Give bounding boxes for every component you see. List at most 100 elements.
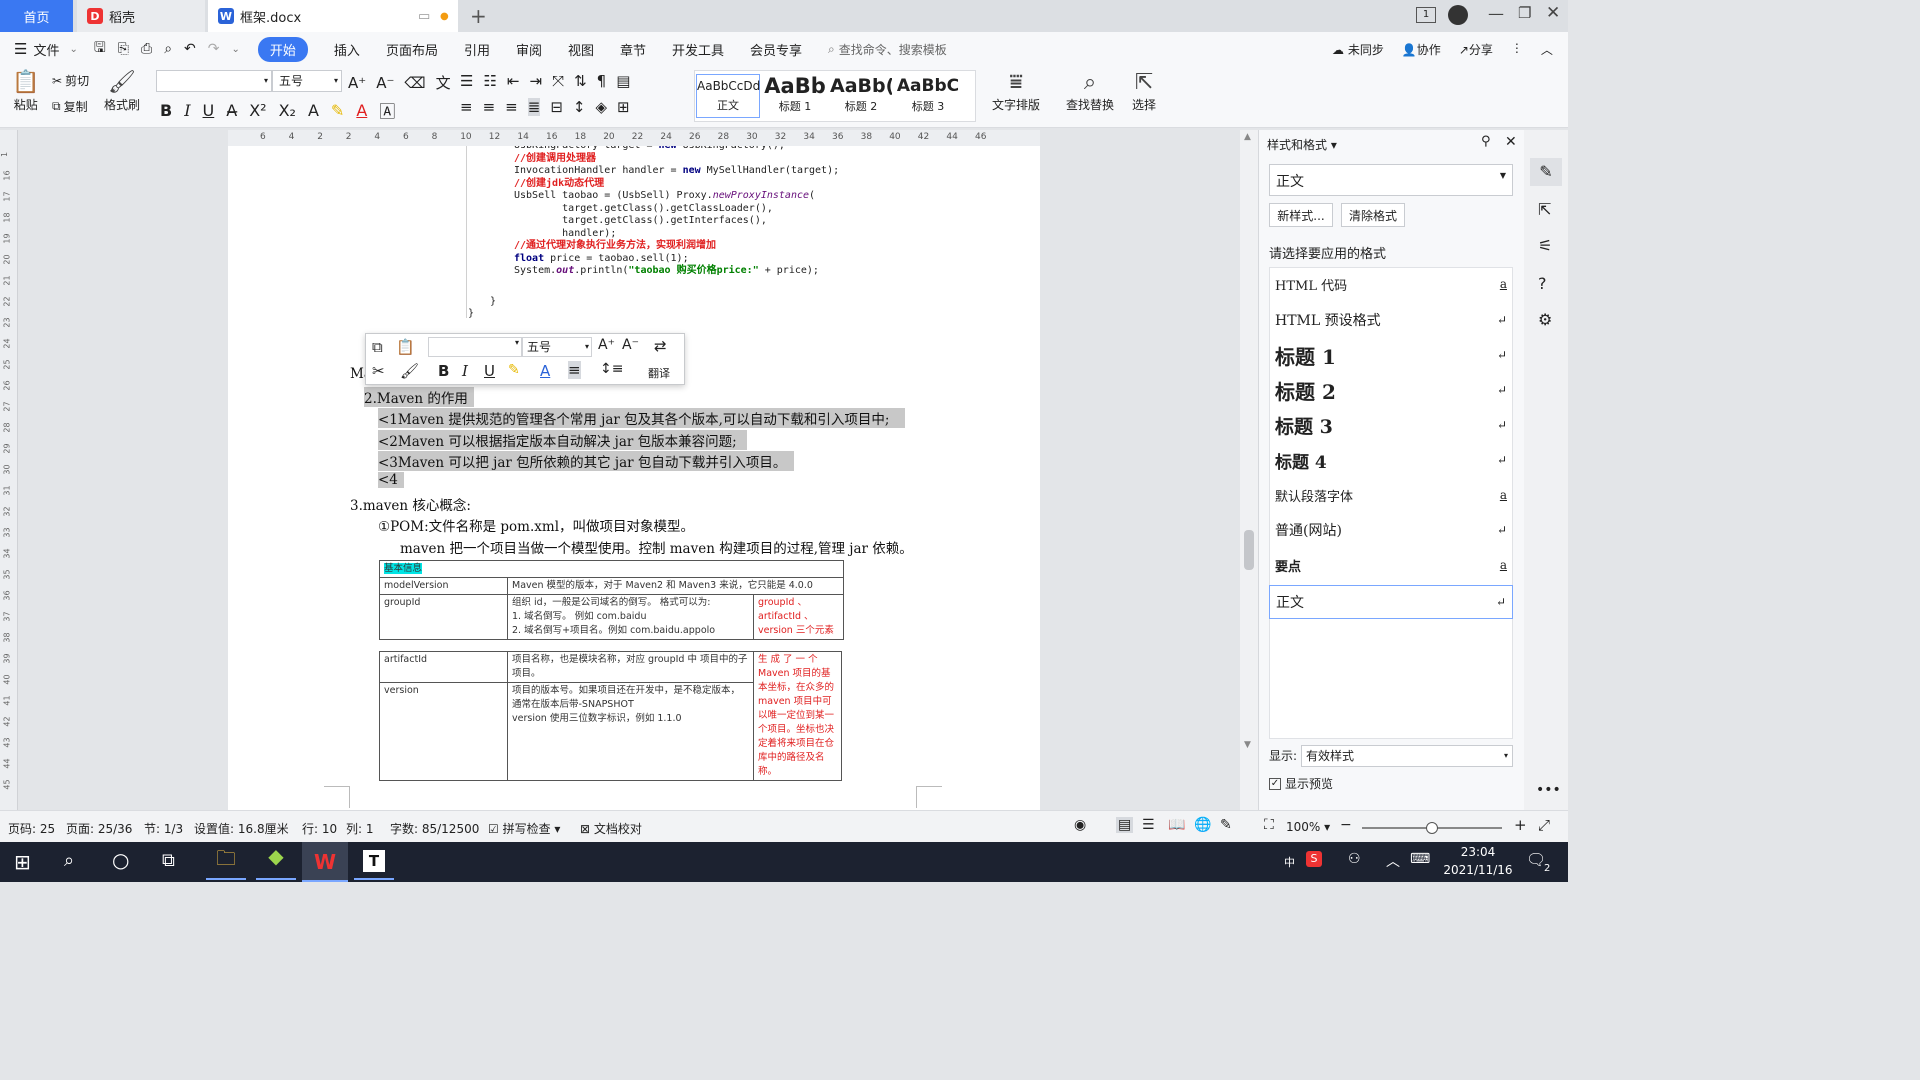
superscript-icon[interactable]: X²: [249, 101, 266, 120]
find-replace-button[interactable]: ⌕ 查找替换: [1066, 70, 1114, 113]
window-count-badge[interactable]: 1: [1416, 7, 1436, 23]
line-spacing-icon[interactable]: ↕: [573, 98, 586, 116]
underline-icon[interactable]: U: [484, 362, 495, 380]
align-icon[interactable]: ≡: [568, 361, 581, 379]
sync-button[interactable]: ☁ 未同步: [1332, 41, 1384, 58]
clock-date[interactable]: 2021/11/16: [1440, 863, 1516, 877]
print-icon[interactable]: ⎙: [141, 41, 152, 57]
ime-indicator[interactable]: 中: [1284, 854, 1295, 870]
collab-button[interactable]: 👤协作: [1402, 41, 1441, 58]
mini-font-name-select[interactable]: ▾: [428, 337, 522, 357]
zoom-slider-handle[interactable]: [1426, 822, 1438, 834]
clear-format-icon[interactable]: ⌫: [404, 74, 425, 92]
page-number[interactable]: 页面: 25/36: [66, 820, 132, 837]
menu-references[interactable]: 引用: [464, 40, 490, 59]
highlight-icon[interactable]: ✎: [331, 101, 344, 120]
menu-start[interactable]: 开始: [257, 36, 308, 62]
styles-pane-title[interactable]: 样式和格式 ▾: [1267, 136, 1337, 153]
font-name-select[interactable]: ▾: [156, 70, 272, 92]
close-pane-icon[interactable]: ✕: [1505, 134, 1517, 150]
people-icon[interactable]: ⚇: [1348, 851, 1361, 867]
text-effect-icon[interactable]: A: [308, 101, 319, 120]
clock-time[interactable]: 23:04: [1448, 845, 1508, 859]
font-color-icon[interactable]: A: [540, 362, 550, 380]
menu-insert[interactable]: 插入: [334, 40, 360, 59]
horizontal-ruler[interactable]: 6 4 2 2 4 6 8 10 12 14 16 18 20 22 24 26 28 30 32 34 36 38 40 4…: [228, 130, 1040, 146]
italic-icon[interactable]: I: [184, 101, 190, 120]
brush-icon[interactable]: 🖌: [400, 362, 419, 380]
monitor-icon[interactable]: ▭: [418, 9, 430, 24]
align-center-icon[interactable]: ≡: [483, 98, 496, 116]
zoom-in-icon[interactable]: +: [1514, 816, 1527, 834]
style-list-item[interactable]: HTML 代码 a: [1269, 267, 1513, 301]
vertical-ruler[interactable]: 1 16 17 18 19 20 21 22 23 24 25 26 27 28 29 30 31 32 33 34 3…: [0, 130, 18, 810]
copy-icon[interactable]: ⧉: [372, 338, 383, 356]
grow-font-icon[interactable]: A⁺: [348, 74, 366, 92]
scrollbar-thumb[interactable]: [1244, 530, 1254, 570]
eye-protect-icon[interactable]: ◉: [1074, 817, 1086, 833]
phonetic-icon[interactable]: 文: [436, 72, 451, 93]
underline-icon[interactable]: U: [203, 101, 215, 120]
windows-start-icon[interactable]: ⊞: [14, 850, 31, 874]
tab-daoke[interactable]: D 稻壳: [77, 0, 205, 32]
styles-pen-icon[interactable]: ✎: [1530, 158, 1562, 186]
scroll-up-icon[interactable]: ▲: [1244, 132, 1251, 142]
style-list-item[interactable]: 正文 ↵: [1269, 585, 1513, 619]
decrease-indent-icon[interactable]: ⇤: [507, 72, 520, 90]
new-style-button[interactable]: 新样式...: [1269, 203, 1333, 227]
subscript-icon[interactable]: X₂: [279, 101, 296, 120]
settings-icon[interactable]: ⚙: [1538, 310, 1552, 329]
menu-review[interactable]: 审阅: [516, 40, 542, 59]
collapse-ribbon-icon[interactable]: ︿: [1541, 41, 1553, 58]
style-list-item[interactable]: HTML 预设格式 ↵: [1269, 303, 1513, 337]
style-list-item[interactable]: 标题 2 ↵: [1269, 373, 1513, 407]
paste-icon[interactable]: 📋: [396, 338, 415, 356]
share-button[interactable]: ↗分享: [1459, 41, 1493, 58]
tab-document[interactable]: W 框架.docx ▭ ●: [208, 0, 458, 32]
page-code[interactable]: 页码: 25: [8, 820, 55, 837]
char-border-icon[interactable]: 🄰: [379, 98, 395, 122]
borders-icon[interactable]: ⊞: [617, 98, 630, 116]
style-list-item[interactable]: 要点 a: [1269, 548, 1513, 582]
cortana-icon[interactable]: ○: [112, 848, 129, 872]
proofread-button[interactable]: ⊠ 文档校对: [580, 820, 642, 837]
increase-indent-icon[interactable]: ⇥: [529, 72, 542, 90]
spell-check-button[interactable]: ☑ 拼写检查 ▾: [488, 820, 560, 837]
section-number[interactable]: 节: 1/3: [144, 820, 183, 837]
shrink-font-icon[interactable]: A⁻: [622, 337, 639, 353]
highlight-icon[interactable]: ✎: [508, 362, 520, 378]
translate-icon[interactable]: ⇄: [654, 337, 667, 355]
style-list-item[interactable]: 默认段落字体 a: [1269, 478, 1513, 512]
show-filter-select[interactable]: 有效样式 ▾: [1301, 745, 1513, 767]
tray-chevron-icon[interactable]: ︿: [1386, 851, 1400, 871]
style-list-item[interactable]: 标题 3 ↵: [1269, 408, 1513, 442]
menu-page-layout[interactable]: 页面布局: [386, 40, 438, 59]
sogou-icon[interactable]: S: [1306, 851, 1322, 867]
select-cursor-icon[interactable]: ⇱: [1538, 200, 1551, 219]
style-heading1[interactable]: AaBb 标题 1: [764, 74, 826, 118]
chinese-layout-icon[interactable]: ⤧: [552, 72, 564, 90]
text-layout-button[interactable]: ⩸ 文字排版: [992, 70, 1040, 113]
close-window-icon[interactable]: ✕: [1546, 3, 1560, 23]
command-search-input[interactable]: 查找命令、搜索模板: [839, 41, 947, 58]
word-count[interactable]: 字数: 85/12500: [390, 820, 479, 837]
numbered-list-icon[interactable]: ☷: [483, 72, 496, 90]
minimize-icon[interactable]: —: [1488, 4, 1504, 23]
align-right-icon[interactable]: ≡: [505, 98, 518, 116]
quick-access-more-icon[interactable]: ⌄: [232, 44, 240, 55]
shading-icon[interactable]: ◈: [595, 98, 607, 116]
web-view-icon[interactable]: 🌐: [1194, 817, 1211, 833]
properties-icon[interactable]: ⚟: [1538, 236, 1552, 255]
typora-app-icon[interactable]: T: [354, 844, 394, 880]
style-normal[interactable]: AaBbCcDd 正文: [696, 74, 760, 118]
bold-icon[interactable]: B: [438, 362, 449, 380]
style-heading3[interactable]: AaBbC 标题 3: [896, 74, 960, 118]
reading-view-icon[interactable]: 📖: [1168, 817, 1185, 833]
align-left-icon[interactable]: ≡: [460, 98, 473, 116]
distribute-icon[interactable]: ⊟: [550, 98, 563, 116]
bold-icon[interactable]: B: [160, 101, 172, 120]
zoom-out-icon[interactable]: −: [1340, 817, 1352, 833]
current-style-select[interactable]: 正文 ▼: [1269, 164, 1513, 196]
undo-icon[interactable]: ↶: [184, 41, 196, 57]
hamburger-icon[interactable]: ☰: [14, 40, 27, 58]
